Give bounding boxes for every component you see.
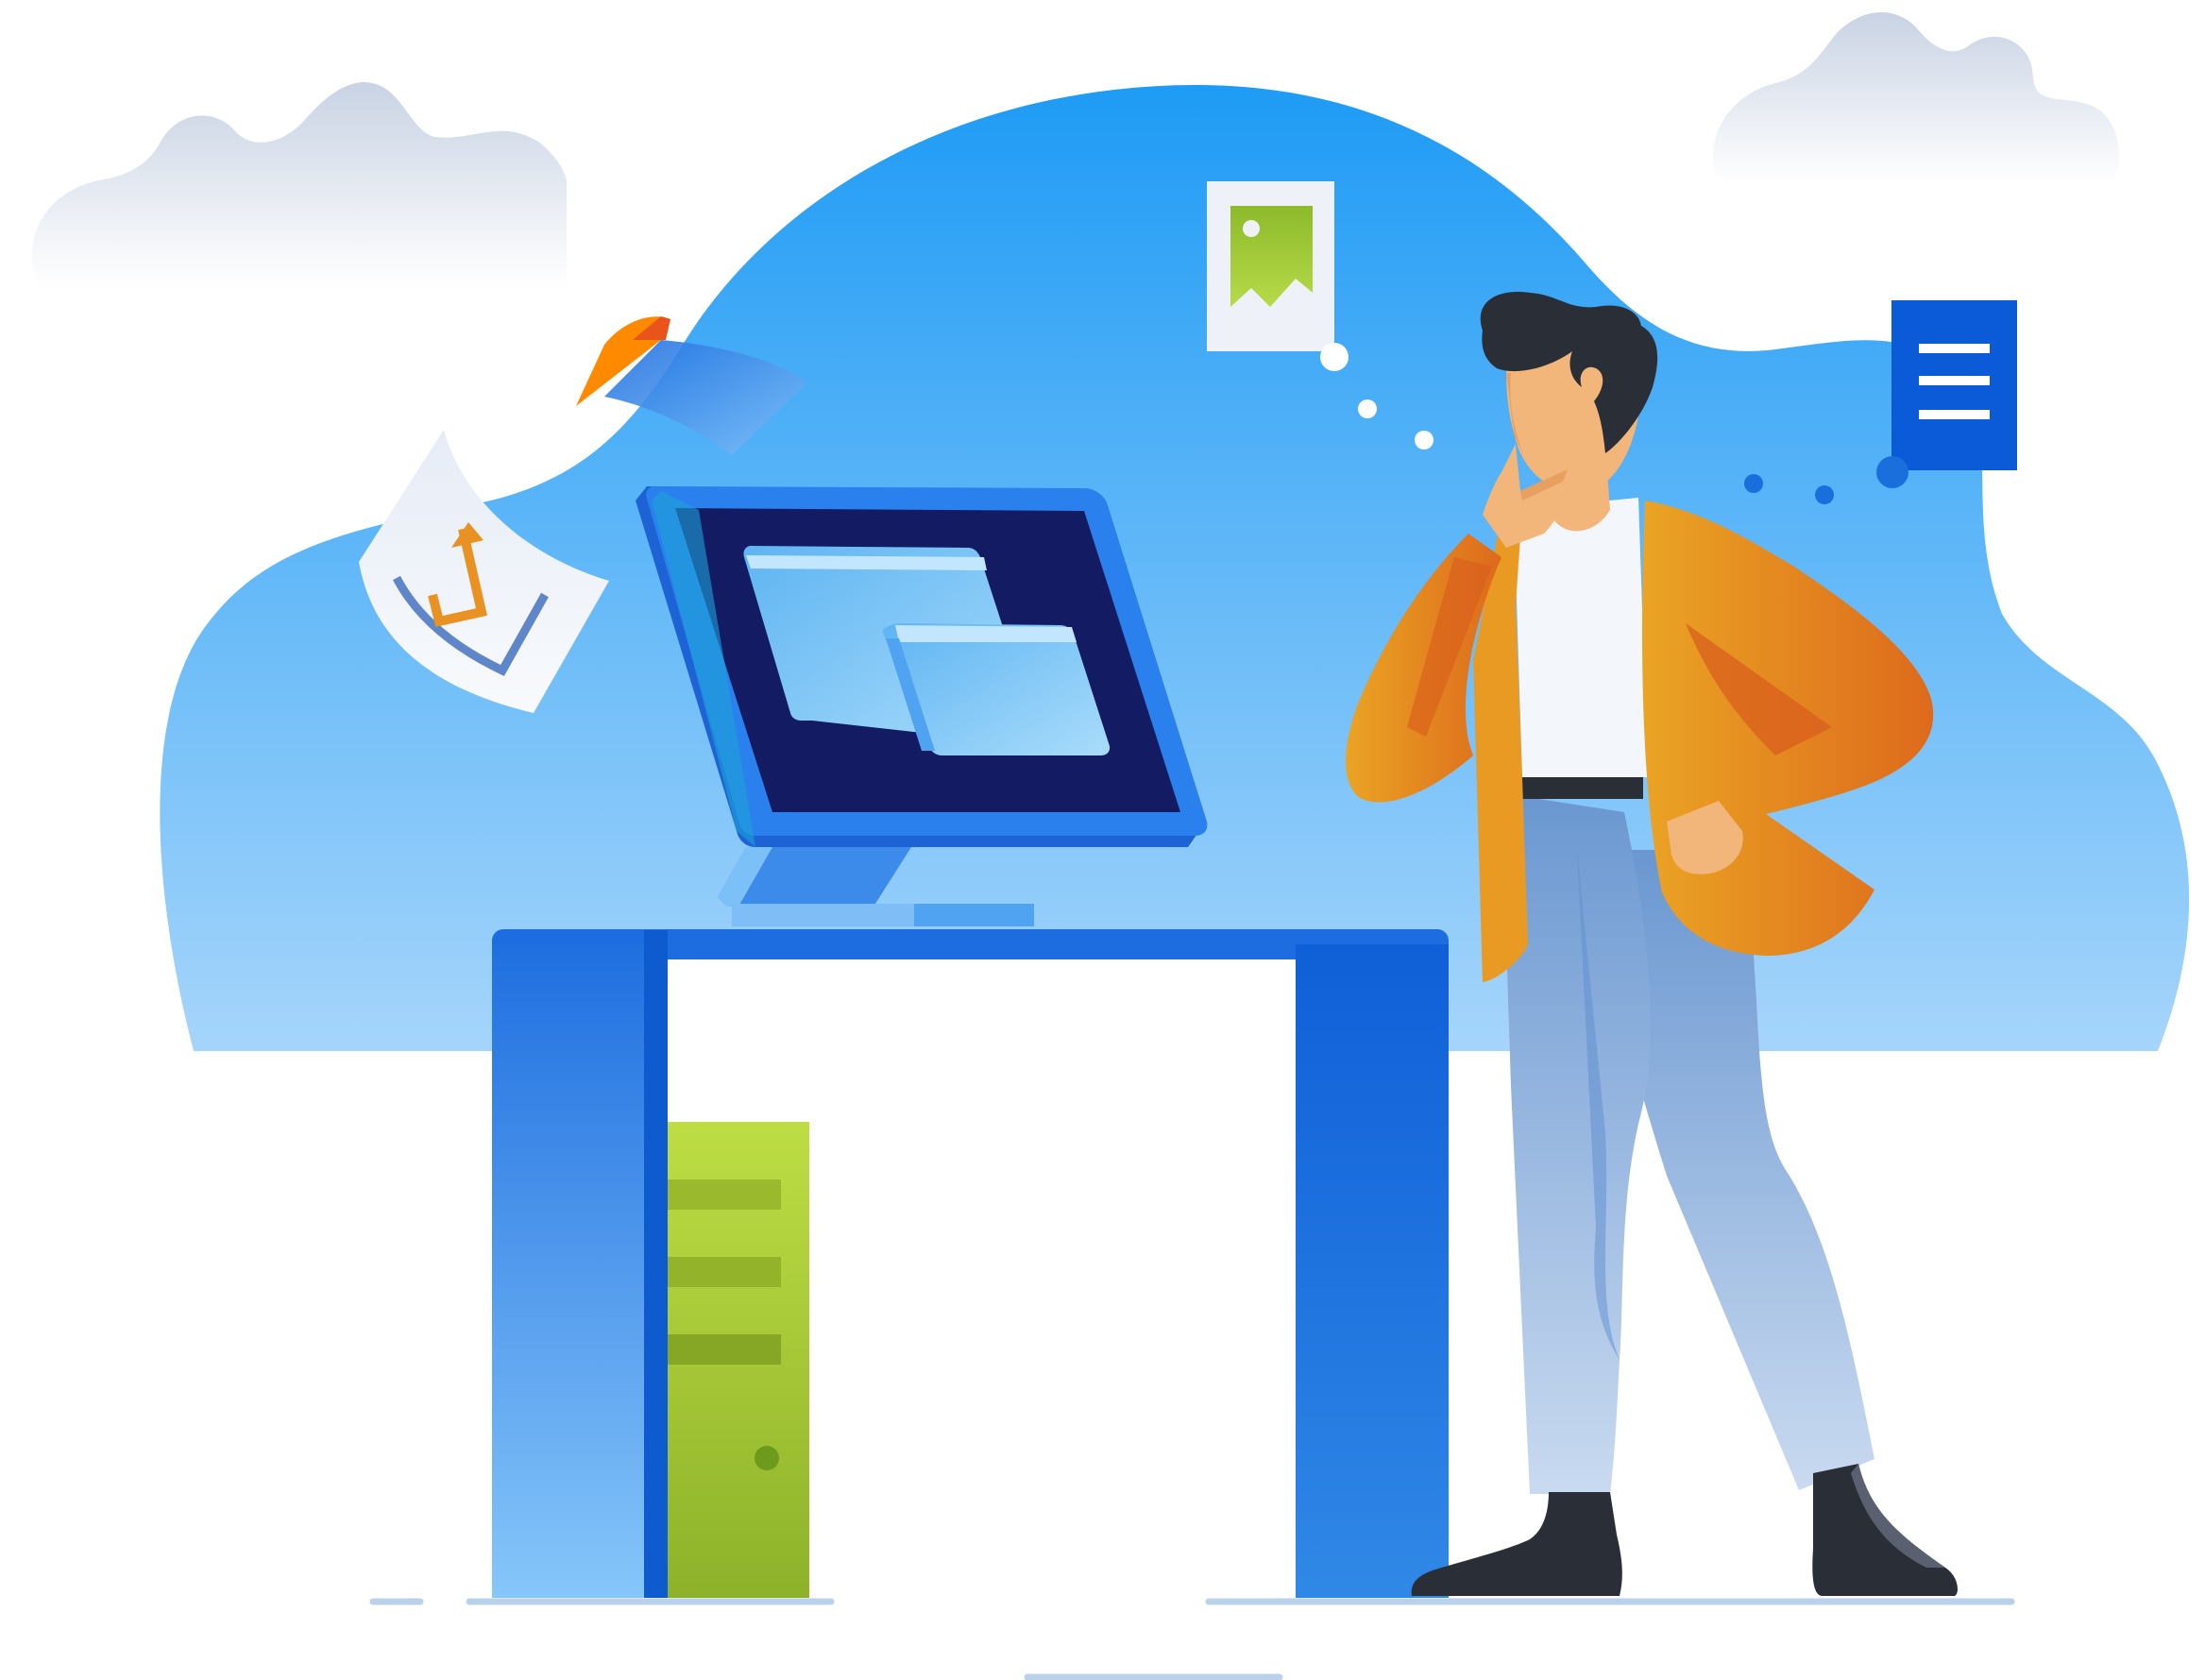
illustration-canvas [31,11,2190,1680]
floor-lines [369,1598,2015,1680]
desk [492,929,1449,1598]
server-tower [668,1122,809,1598]
cloud-right [1712,11,2120,184]
cloud-left [31,82,568,288]
